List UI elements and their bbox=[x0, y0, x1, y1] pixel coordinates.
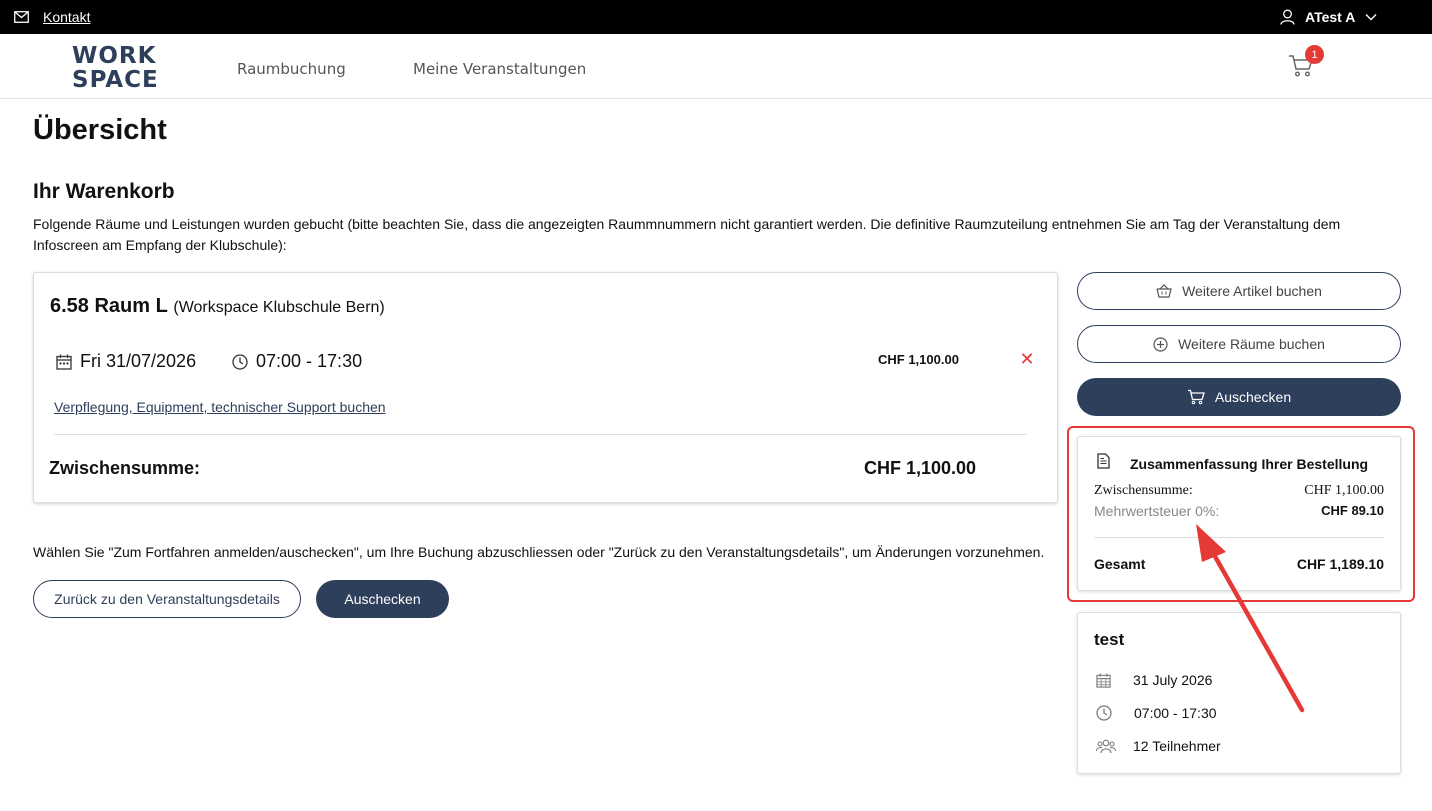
back-button-label: Zurück zu den Veranstaltungsdetails bbox=[54, 591, 280, 607]
clock-icon bbox=[232, 353, 248, 370]
cart-count-badge: 1 bbox=[1305, 45, 1324, 64]
summary-subtotal-value: CHF 1,100.00 bbox=[1304, 483, 1384, 498]
document-icon bbox=[1097, 453, 1110, 469]
nav-raumbuchung[interactable]: Raumbuchung bbox=[237, 60, 346, 78]
booking-card: 6.58 Raum L (Workspace Klubschule Bern) … bbox=[33, 272, 1058, 503]
clock-icon bbox=[1096, 705, 1112, 721]
remove-booking-icon[interactable]: ✕ bbox=[1019, 350, 1035, 368]
participants-icon bbox=[1096, 739, 1116, 754]
calendar-icon bbox=[1096, 672, 1111, 688]
contact-link[interactable]: Kontakt bbox=[14, 0, 90, 34]
plus-circle-icon bbox=[1153, 336, 1168, 352]
user-name: ATest A bbox=[1305, 9, 1356, 25]
logo-line-1: WORK bbox=[72, 43, 157, 69]
room-title: 6.58 Raum L (Workspace Klubschule Bern) bbox=[50, 295, 385, 318]
summary-total-label: Gesamt bbox=[1094, 556, 1146, 572]
more-rooms-button[interactable]: Weitere Räume buchen bbox=[1077, 325, 1401, 363]
event-participants: 12 Teilnehmer bbox=[1096, 738, 1221, 754]
booking-price: CHF 1,100.00 bbox=[878, 352, 959, 367]
room-location: (Workspace Klubschule Bern) bbox=[173, 299, 385, 316]
checkout-side-button[interactable]: Auschecken bbox=[1077, 378, 1401, 416]
contact-label[interactable]: Kontakt bbox=[43, 9, 90, 25]
user-menu[interactable]: ATest A bbox=[1280, 0, 1377, 34]
summary-title: Zusammenfassung Ihrer Bestellung bbox=[1130, 456, 1369, 472]
subtotal-value: CHF 1,100.00 bbox=[864, 458, 977, 478]
page-title: Übersicht bbox=[33, 114, 167, 146]
main-header: WORK SPACE Raumbuchung Meine Veranstaltu… bbox=[0, 34, 1432, 99]
cart-title: Ihr Warenkorb bbox=[33, 180, 175, 203]
booking-time: 07:00 - 17:30 bbox=[232, 351, 362, 372]
event-title: test bbox=[1094, 630, 1125, 649]
checkout-button-label: Auschecken bbox=[344, 591, 421, 607]
service-link[interactable]: Verpflegung, Equipment, technischer Supp… bbox=[54, 399, 386, 415]
summary-vat-value: CHF 89.10 bbox=[1321, 503, 1384, 518]
nav-meine-veranstaltungen[interactable]: Meine Veranstaltungen bbox=[413, 60, 586, 78]
cart-button[interactable]: 1 bbox=[1288, 45, 1328, 84]
booking-date-text: Fri 31/07/2026 bbox=[80, 351, 197, 371]
event-participants-text: 12 Teilnehmer bbox=[1133, 738, 1221, 754]
checkout-button[interactable]: Auschecken bbox=[316, 580, 449, 618]
subtotal-label: Zwischensumme: bbox=[49, 458, 201, 478]
workspace-logo[interactable]: WORK SPACE bbox=[72, 44, 159, 92]
booking-time-text: 07:00 - 17:30 bbox=[256, 351, 363, 371]
summary-subtotal-label: Zwischensumme: bbox=[1094, 483, 1193, 498]
more-rooms-label: Weitere Räume buchen bbox=[1178, 336, 1325, 352]
checkout-side-label: Auschecken bbox=[1214, 389, 1292, 405]
chevron-down-icon bbox=[1365, 14, 1377, 21]
card-divider bbox=[54, 434, 1027, 435]
intro-text: Folgende Räume und Leistungen wurden geb… bbox=[33, 216, 1341, 253]
logo-line-2: SPACE bbox=[72, 67, 159, 93]
user-icon bbox=[1280, 9, 1295, 25]
back-to-event-button[interactable]: Zurück zu den Veranstaltungsdetails bbox=[33, 580, 301, 618]
top-bar: Kontakt ATest A bbox=[0, 0, 1432, 34]
checkout-note: Wählen Sie "Zum Fortfahren anmelden/ausc… bbox=[33, 544, 1045, 560]
basket-icon bbox=[1156, 284, 1172, 298]
annotation-arrow-icon bbox=[1196, 524, 1305, 713]
cart-icon bbox=[1187, 389, 1205, 405]
mail-icon bbox=[14, 11, 29, 23]
calendar-icon bbox=[56, 354, 72, 370]
more-items-label: Weitere Artikel buchen bbox=[1182, 283, 1322, 299]
booking-date: Fri 31/07/2026 bbox=[56, 351, 196, 372]
room-name: 6.58 Raum L bbox=[50, 295, 168, 317]
more-items-button[interactable]: Weitere Artikel buchen bbox=[1077, 272, 1401, 310]
